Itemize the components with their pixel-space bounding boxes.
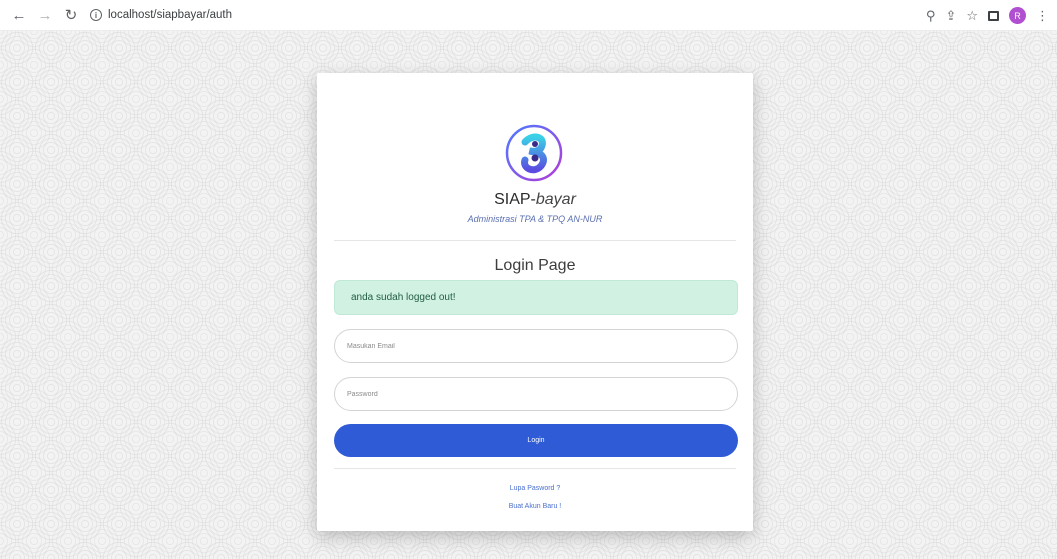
email-field[interactable] [334,329,738,363]
profile-avatar[interactable]: R [1009,7,1026,24]
back-arrow-icon[interactable]: ← [8,4,30,26]
reload-icon[interactable]: ↻ [60,4,82,26]
forgot-password-link[interactable]: Lupa Pasword ? [317,485,753,492]
site-info-icon[interactable]: i [90,9,102,21]
zoom-icon[interactable]: ⚲ [926,8,936,24]
page-title: Login Page [494,257,576,274]
login-card: SIAP-bayar Administrasi TPA & TPQ AN-NUR… [317,73,753,531]
brand-name: SIAP-bayar [317,191,753,209]
divider-bottom [334,468,736,469]
share-icon[interactable]: ⇪ [945,8,956,24]
logout-alert: anda sudah logged out! [334,280,738,315]
password-field[interactable] [334,377,738,411]
brand-sub: bayar [535,191,576,208]
side-panel-icon[interactable] [988,10,999,21]
menu-kebab-icon[interactable]: ⋮ [1036,8,1049,24]
url-text: localhost/siapbayar/auth [108,9,233,21]
brand-main: SIAP- [494,191,536,208]
register-link[interactable]: Buat Akun Baru ! [317,503,753,510]
browser-toolbar: ← → ↻ i localhost/siapbayar/auth ⚲ ⇪ ☆ R… [0,0,1057,31]
address-bar[interactable]: i localhost/siapbayar/auth [90,4,960,26]
divider-top [334,240,736,241]
forward-arrow-icon[interactable]: → [34,4,56,26]
tagline: Administrasi TPA & TPQ AN-NUR [467,214,603,224]
login-button[interactable]: Login [334,424,738,457]
page-background: SIAP-bayar Administrasi TPA & TPQ AN-NUR… [0,31,1057,559]
siap-bayar-logo [505,124,563,182]
bookmark-star-icon[interactable]: ☆ [966,8,978,24]
